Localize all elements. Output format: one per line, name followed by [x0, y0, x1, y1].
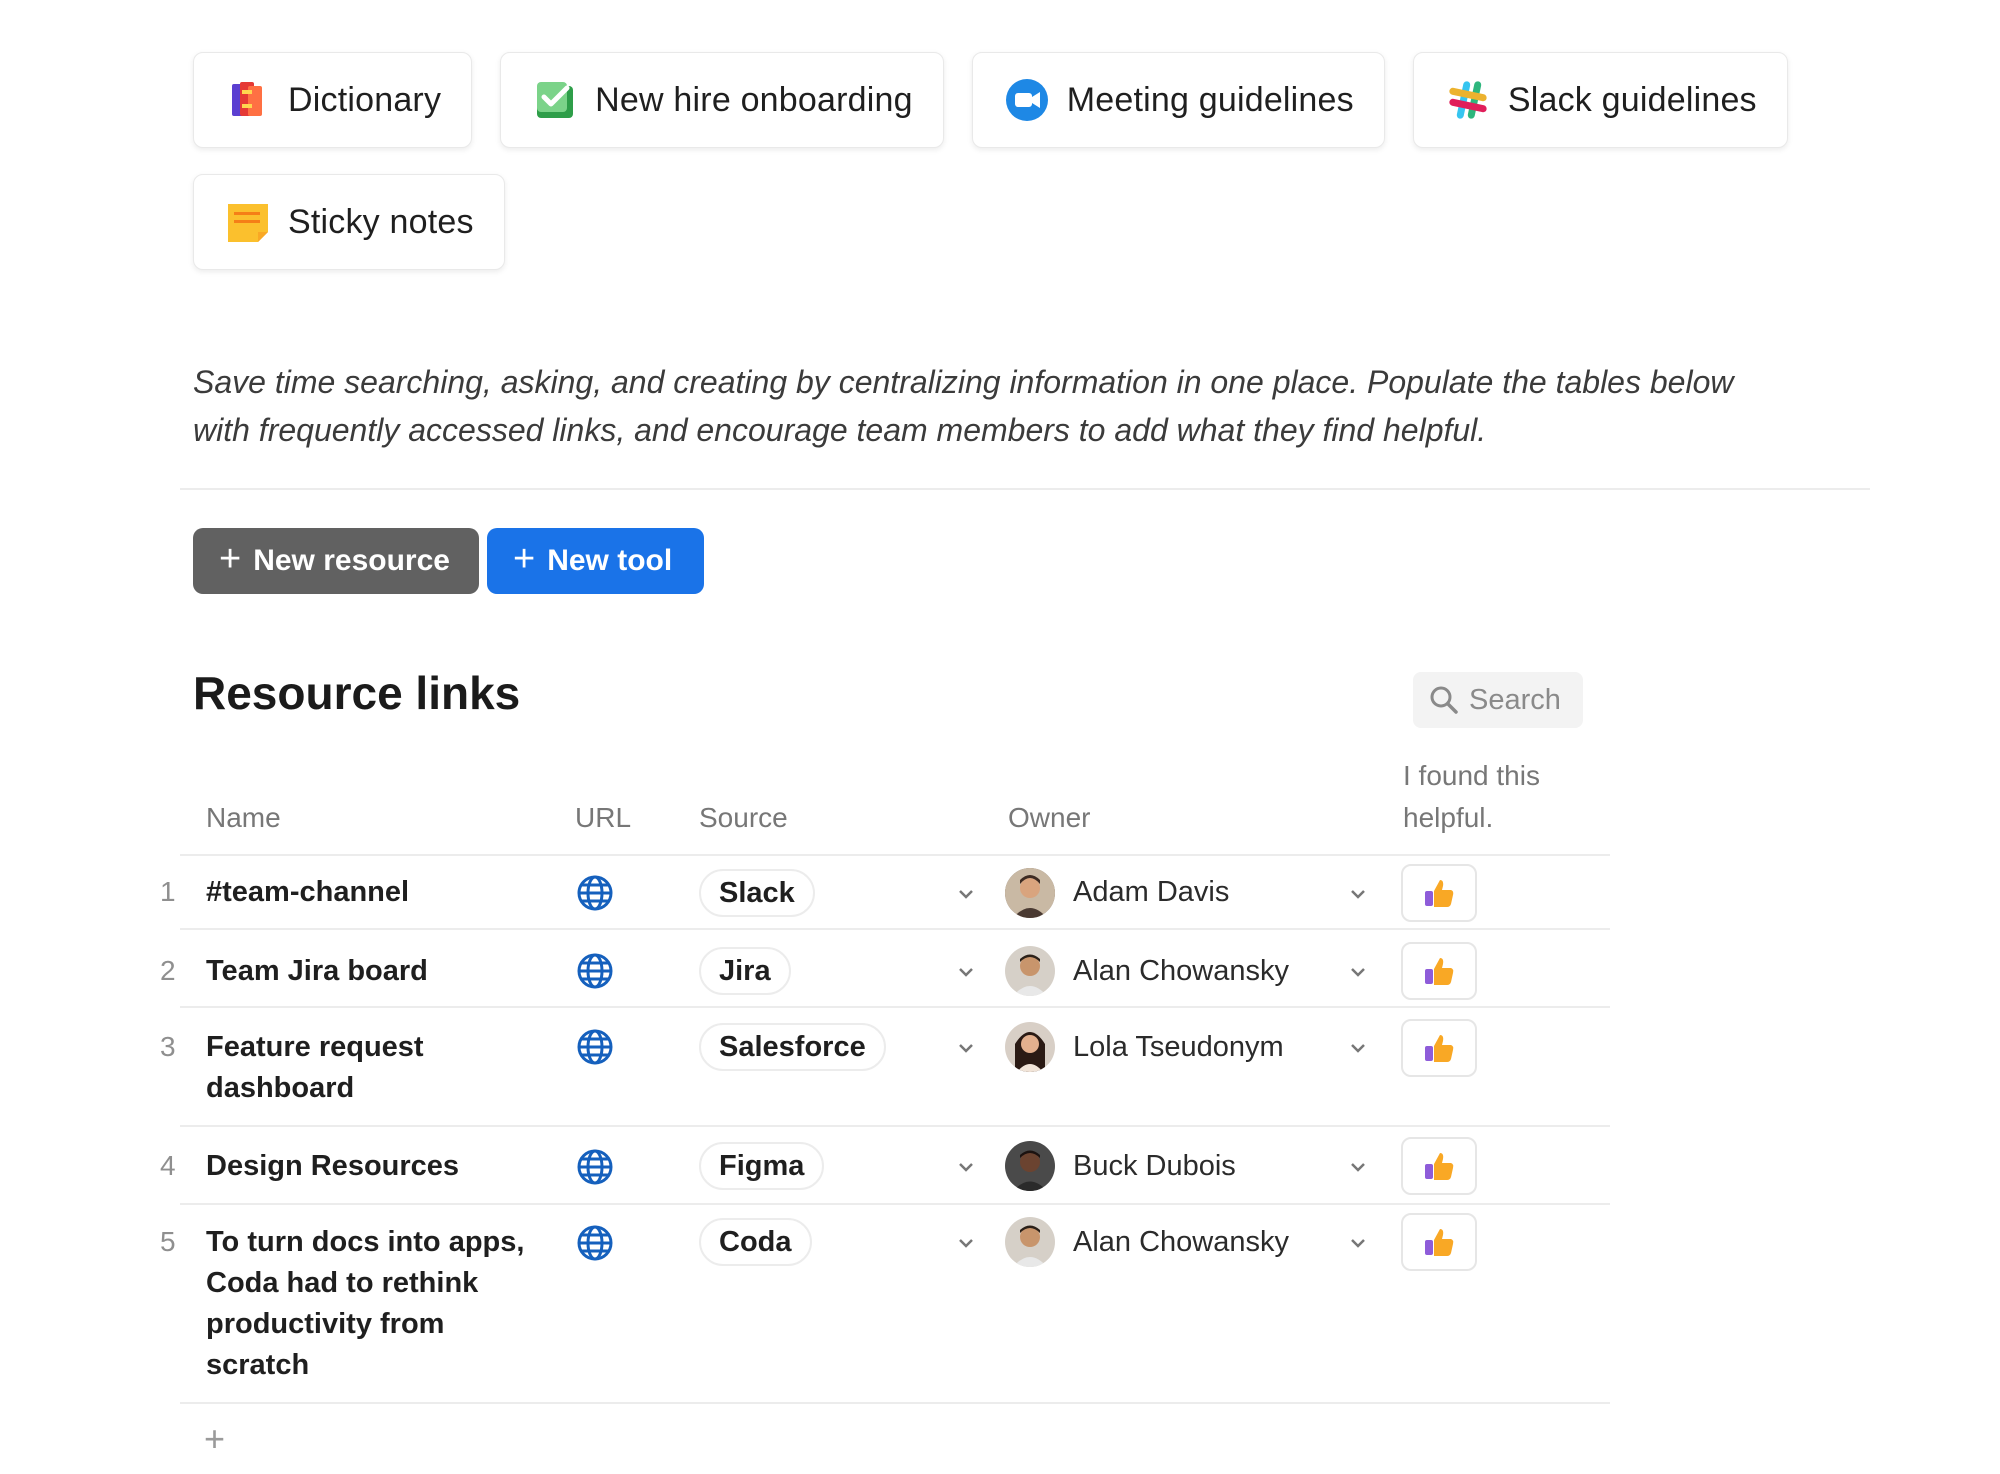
header-divider — [180, 854, 1610, 856]
row-number: 2 — [160, 955, 176, 986]
owner-name: Adam Davis — [1073, 876, 1230, 908]
resource-name[interactable]: Feature request dashboard — [206, 1027, 546, 1109]
card-label: New hire onboarding — [595, 80, 913, 119]
link-cards: Dictionary New hire onboarding Meeting g… — [193, 52, 1843, 270]
source-chip[interactable]: Coda — [699, 1218, 812, 1266]
resource-name[interactable]: Team Jira board — [206, 951, 546, 992]
new-tool-button[interactable]: + New tool — [487, 528, 704, 594]
thumbs-up-icon — [1425, 1153, 1454, 1180]
card-dictionary[interactable]: Dictionary — [193, 52, 473, 148]
row-number: 5 — [160, 1226, 176, 1257]
thumbs-up-button[interactable] — [1401, 942, 1477, 1000]
slack-logo-icon — [1446, 78, 1490, 122]
section-title: Resource links — [193, 667, 521, 719]
avatar — [1005, 868, 1055, 918]
book-stack-icon — [226, 78, 270, 122]
row-divider — [180, 928, 1610, 930]
chevron-down-icon[interactable] — [1347, 1037, 1369, 1059]
thumbs-up-icon — [1425, 958, 1454, 985]
divider — [180, 488, 1870, 490]
video-camera-icon — [1005, 78, 1049, 122]
new-resource-label: New resource — [253, 544, 450, 577]
thumbs-up-icon — [1425, 880, 1454, 907]
chevron-down-icon[interactable] — [955, 1037, 977, 1059]
avatar — [1005, 1217, 1055, 1267]
card-new-hire-onboarding[interactable]: New hire onboarding — [500, 52, 944, 148]
row-number: 1 — [160, 876, 176, 907]
thumbs-up-icon — [1425, 1229, 1454, 1256]
card-slack-guidelines[interactable]: Slack guidelines — [1412, 52, 1788, 148]
globe-icon[interactable] — [576, 1224, 614, 1262]
card-label: Meeting guidelines — [1066, 80, 1354, 119]
search-icon — [1430, 686, 1458, 714]
chevron-down-icon[interactable] — [1347, 1156, 1369, 1178]
search-input[interactable]: Search — [1413, 672, 1583, 728]
plus-icon: + — [513, 538, 536, 580]
source-chip[interactable]: Slack — [699, 869, 815, 917]
globe-icon[interactable] — [576, 1148, 614, 1186]
row-divider — [180, 1125, 1610, 1127]
add-row-button[interactable]: + — [204, 1418, 225, 1460]
column-header-url[interactable]: URL — [575, 797, 631, 839]
avatar — [1005, 1141, 1055, 1191]
card-label: Sticky notes — [288, 202, 474, 241]
page-description: Save time searching, asking, and creatin… — [193, 364, 1734, 448]
chevron-down-icon[interactable] — [1347, 1232, 1369, 1254]
new-tool-label: New tool — [547, 544, 673, 577]
row-number: 3 — [160, 1031, 176, 1062]
column-header-source[interactable]: Source — [699, 797, 788, 839]
thumbs-up-button[interactable] — [1401, 1137, 1477, 1195]
chevron-down-icon[interactable] — [955, 883, 977, 905]
globe-icon[interactable] — [576, 874, 614, 912]
column-header-helpful[interactable]: I found this helpful. — [1403, 755, 1573, 839]
row-divider — [180, 1203, 1610, 1205]
globe-icon[interactable] — [576, 1028, 614, 1066]
row-divider — [180, 1402, 1610, 1404]
row-number: 4 — [160, 1150, 176, 1181]
doc-page: Dictionary New hire onboarding Meeting g… — [0, 0, 2000, 1474]
thumbs-up-button[interactable] — [1401, 1019, 1477, 1077]
card-label: Slack guidelines — [1507, 80, 1757, 119]
card-label: Dictionary — [288, 80, 442, 119]
resource-name[interactable]: Design Resources — [206, 1146, 546, 1187]
chevron-down-icon[interactable] — [1347, 883, 1369, 905]
thumbs-up-icon — [1425, 1035, 1454, 1062]
globe-icon[interactable] — [576, 952, 614, 990]
chevron-down-icon[interactable] — [955, 1156, 977, 1178]
owner-name: Lola Tseudonym — [1073, 1031, 1284, 1063]
checkmark-clipboard-icon — [533, 78, 577, 122]
search-placeholder: Search — [1469, 683, 1561, 716]
chevron-down-icon[interactable] — [1347, 961, 1369, 983]
plus-icon: + — [219, 538, 242, 580]
new-resource-button[interactable]: + New resource — [193, 528, 479, 594]
avatar — [1005, 946, 1055, 996]
row-divider — [180, 1006, 1610, 1008]
owner-name: Alan Chowansky — [1073, 955, 1289, 987]
source-chip[interactable]: Jira — [699, 947, 791, 995]
source-chip[interactable]: Figma — [699, 1142, 825, 1190]
source-chip[interactable]: Salesforce — [699, 1023, 886, 1071]
column-header-owner[interactable]: Owner — [1008, 797, 1090, 839]
thumbs-up-button[interactable] — [1401, 864, 1477, 922]
thumbs-up-button[interactable] — [1401, 1213, 1477, 1271]
sticky-note-icon — [226, 200, 270, 244]
card-sticky-notes[interactable]: Sticky notes — [193, 174, 505, 270]
resource-name[interactable]: To turn docs into apps, Coda had to reth… — [206, 1222, 546, 1386]
chevron-down-icon[interactable] — [955, 1232, 977, 1254]
owner-name: Alan Chowansky — [1073, 1226, 1289, 1258]
card-meeting-guidelines[interactable]: Meeting guidelines — [971, 52, 1385, 148]
chevron-down-icon[interactable] — [955, 961, 977, 983]
resource-name[interactable]: #team-channel — [206, 872, 546, 913]
column-header-name[interactable]: Name — [206, 797, 281, 839]
avatar — [1005, 1022, 1055, 1072]
owner-name: Buck Dubois — [1073, 1150, 1236, 1182]
